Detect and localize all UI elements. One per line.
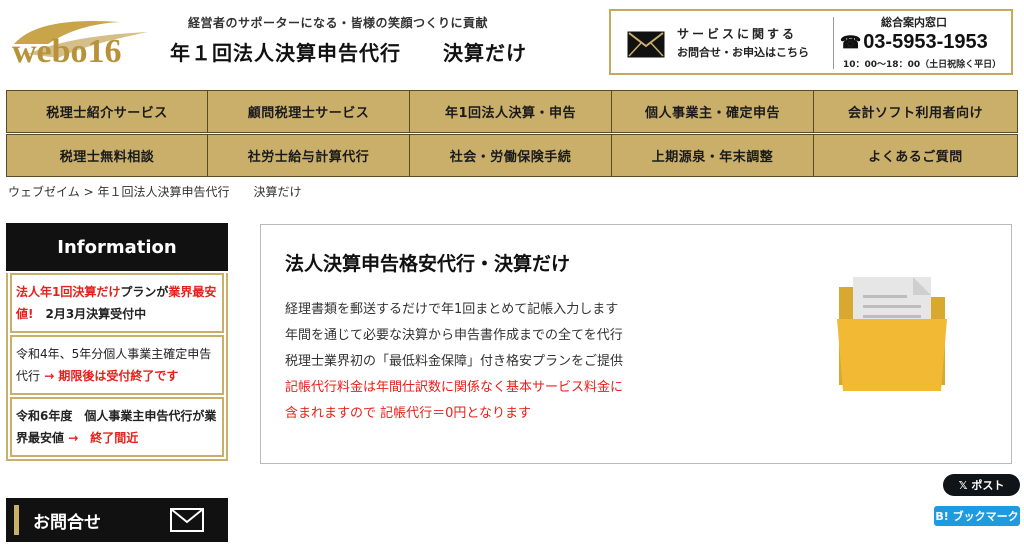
contact-button-accent xyxy=(14,505,19,535)
nav-item-payroll[interactable]: 社労士給与計算代行 xyxy=(208,134,410,177)
phone-hours: 10：00～18：00（土日祝除く平日） xyxy=(843,60,1002,70)
tagline: 経営者のサポーターになる・皆様の笑顔つくりに貢献 xyxy=(188,16,489,30)
info-item-3-red: → 終了間近 xyxy=(64,431,139,445)
nav-item-annual-settlement[interactable]: 年1回法人決算・申告 xyxy=(410,90,612,133)
card-line-2: 年間を通じて必要な決算から申告書作成までの全てを代行 xyxy=(285,328,623,343)
card-line-red-2: 含まれますので 記帳代行＝0円となります xyxy=(285,406,532,421)
breadcrumb[interactable]: ウェブゼイム > 年１回法人決算申告代行 決算だけ xyxy=(8,183,301,200)
main-card: 法人決算申告格安代行・決算だけ 経理書類を郵送するだけで年1回まとめて記帳入力し… xyxy=(260,224,1012,464)
contact-box[interactable]: サービスに関する お問合せ・お申込はこちら 総合案内窓口 ☎ 03-5953-19… xyxy=(609,9,1013,75)
site-logo[interactable]: webo16 xyxy=(8,14,158,66)
logo-text: webo16 xyxy=(12,33,122,66)
info-item-2-red: → 期限後は受付終了です xyxy=(40,369,179,383)
nav-row-2: 税理士無料相談 社労士給与計算代行 社会・労働保険手続 上期源泉・年末調整 よく… xyxy=(6,134,1018,177)
nav-item-advisory-tax[interactable]: 顧問税理士サービス xyxy=(208,90,410,133)
card-line-1: 経理書類を郵送するだけで年1回まとめて記帳入力します xyxy=(285,302,619,317)
phone-icon: ☎ xyxy=(840,33,862,52)
mail-icon xyxy=(627,31,665,58)
phone-label: 総合案内窓口 xyxy=(881,16,947,29)
nav-item-accounting-software[interactable]: 会計ソフト利用者向け xyxy=(814,90,1018,133)
info-item-1-red1: 法人年1回決算だけ xyxy=(16,285,121,299)
phone-number[interactable]: ☎ 03-5953-1953 xyxy=(840,31,988,54)
info-item-1[interactable]: 法人年1回決算だけプランが業界最安値! 2月3月決算受付中 xyxy=(10,273,224,333)
info-list: 法人年1回決算だけプランが業界最安値! 2月3月決算受付中 令和4年、5年分個人… xyxy=(6,273,228,461)
inquiry-text: お問合せ・お申込はこちら xyxy=(677,46,809,59)
nav-row-1: 税理士紹介サービス 顧問税理士サービス 年1回法人決算・申告 個人事業主・確定申… xyxy=(6,90,1018,133)
nav-item-withholding[interactable]: 上期源泉・年末調整 xyxy=(612,134,814,177)
nav-item-tax-accountant-intro[interactable]: 税理士紹介サービス xyxy=(6,90,208,133)
card-line-red-1: 記帳代行料金は年間仕訳数に関係なく基本サービス料金に xyxy=(285,380,624,395)
contact-divider xyxy=(833,17,834,69)
sidebar: Information 法人年1回決算だけプランが業界最安値! 2月3月決算受付… xyxy=(6,223,228,461)
folder-icon xyxy=(837,277,947,391)
card-description: 経理書類を郵送するだけで年1回まとめて記帳入力します 年間を通じて必要な決算から… xyxy=(285,297,705,427)
nav-item-sole-proprietor[interactable]: 個人事業主・確定申告 xyxy=(612,90,814,133)
site-title[interactable]: 年１回法人決算申告代行 決算だけ xyxy=(170,37,527,66)
contact-button[interactable]: お問合せ xyxy=(6,498,228,542)
nav-item-social-insurance[interactable]: 社会・労働保険手続 xyxy=(410,134,612,177)
card-line-3: 税理士業界初の「最低料金保障」付き格安プランをご提供 xyxy=(285,354,624,369)
card-title: 法人決算申告格安代行・決算だけ xyxy=(285,253,571,275)
nav-item-faq[interactable]: よくあるご質問 xyxy=(814,134,1018,177)
info-title: Information xyxy=(6,223,228,271)
header: webo16 経営者のサポーターになる・皆様の笑顔つくりに貢献 年１回法人決算申… xyxy=(0,0,1024,82)
mail-icon xyxy=(170,508,204,532)
main-nav: 税理士紹介サービス 顧問税理士サービス 年1回法人決算・申告 個人事業主・確定申… xyxy=(6,90,1018,177)
nav-item-free-consultation[interactable]: 税理士無料相談 xyxy=(6,134,208,177)
service-text: サービスに関する xyxy=(677,27,798,41)
phone-number-text: 03-5953-1953 xyxy=(863,31,988,53)
info-item-3[interactable]: 令和6年度 個人事業主申告代行が業界最安値 → 終了間近 xyxy=(10,397,224,457)
info-item-1-black2: 2月3月決算受付中 xyxy=(33,307,147,321)
contact-button-label: お問合せ xyxy=(33,512,101,533)
info-item-1-black1: プランが xyxy=(120,285,169,299)
x-post-button[interactable]: 𝕏 ポスト xyxy=(943,474,1020,496)
hatena-bookmark-button[interactable]: B! ブックマーク xyxy=(934,506,1020,526)
info-item-2[interactable]: 令和4年、5年分個人事業主確定申告代行 → 期限後は受付終了です xyxy=(10,335,224,395)
